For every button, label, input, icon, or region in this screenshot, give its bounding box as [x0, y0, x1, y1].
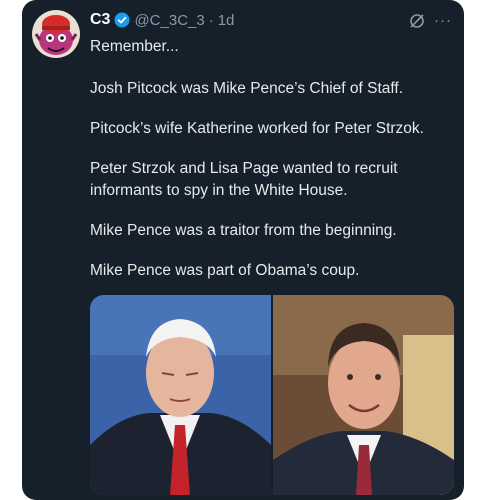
grok-icon[interactable] [408, 12, 426, 30]
media-photo-left[interactable] [90, 295, 271, 495]
tweet-line: Mike Pence was a traitor from the beginn… [90, 222, 397, 239]
display-name[interactable]: C3 [90, 11, 110, 29]
avatar-image [32, 10, 80, 58]
tweet-line: Pitcock’s wife Katherine worked for Pete… [90, 120, 424, 137]
separator-dot: · [208, 11, 214, 29]
tweet-text: Remember... Josh Pitcock was Mike Pence’… [90, 36, 450, 300]
tweet-card[interactable]: C3 @C_3C_3 · 1d ··· Remember... Josh Pit… [22, 0, 464, 500]
tweet-header: C3 @C_3C_3 · 1d [90, 11, 234, 29]
tweet-line: Peter Strzok and Lisa Page wanted to rec… [90, 160, 398, 199]
verified-badge-icon [114, 12, 130, 28]
timestamp[interactable]: 1d [218, 12, 235, 29]
tweet-line: Josh Pitcock was Mike Pence’s Chief of S… [90, 80, 404, 97]
tweet-line: Mike Pence was part of Obama’s coup. [90, 262, 360, 279]
photo-man-suit [273, 295, 454, 495]
avatar[interactable] [32, 10, 80, 58]
photo-man-white-hair [90, 295, 271, 495]
user-handle[interactable]: @C_3C_3 [134, 12, 204, 29]
more-options-icon[interactable]: ··· [434, 12, 452, 29]
tweet-media[interactable] [90, 295, 454, 495]
tweet-line: Remember... [90, 38, 179, 55]
media-photo-right[interactable] [273, 295, 454, 495]
